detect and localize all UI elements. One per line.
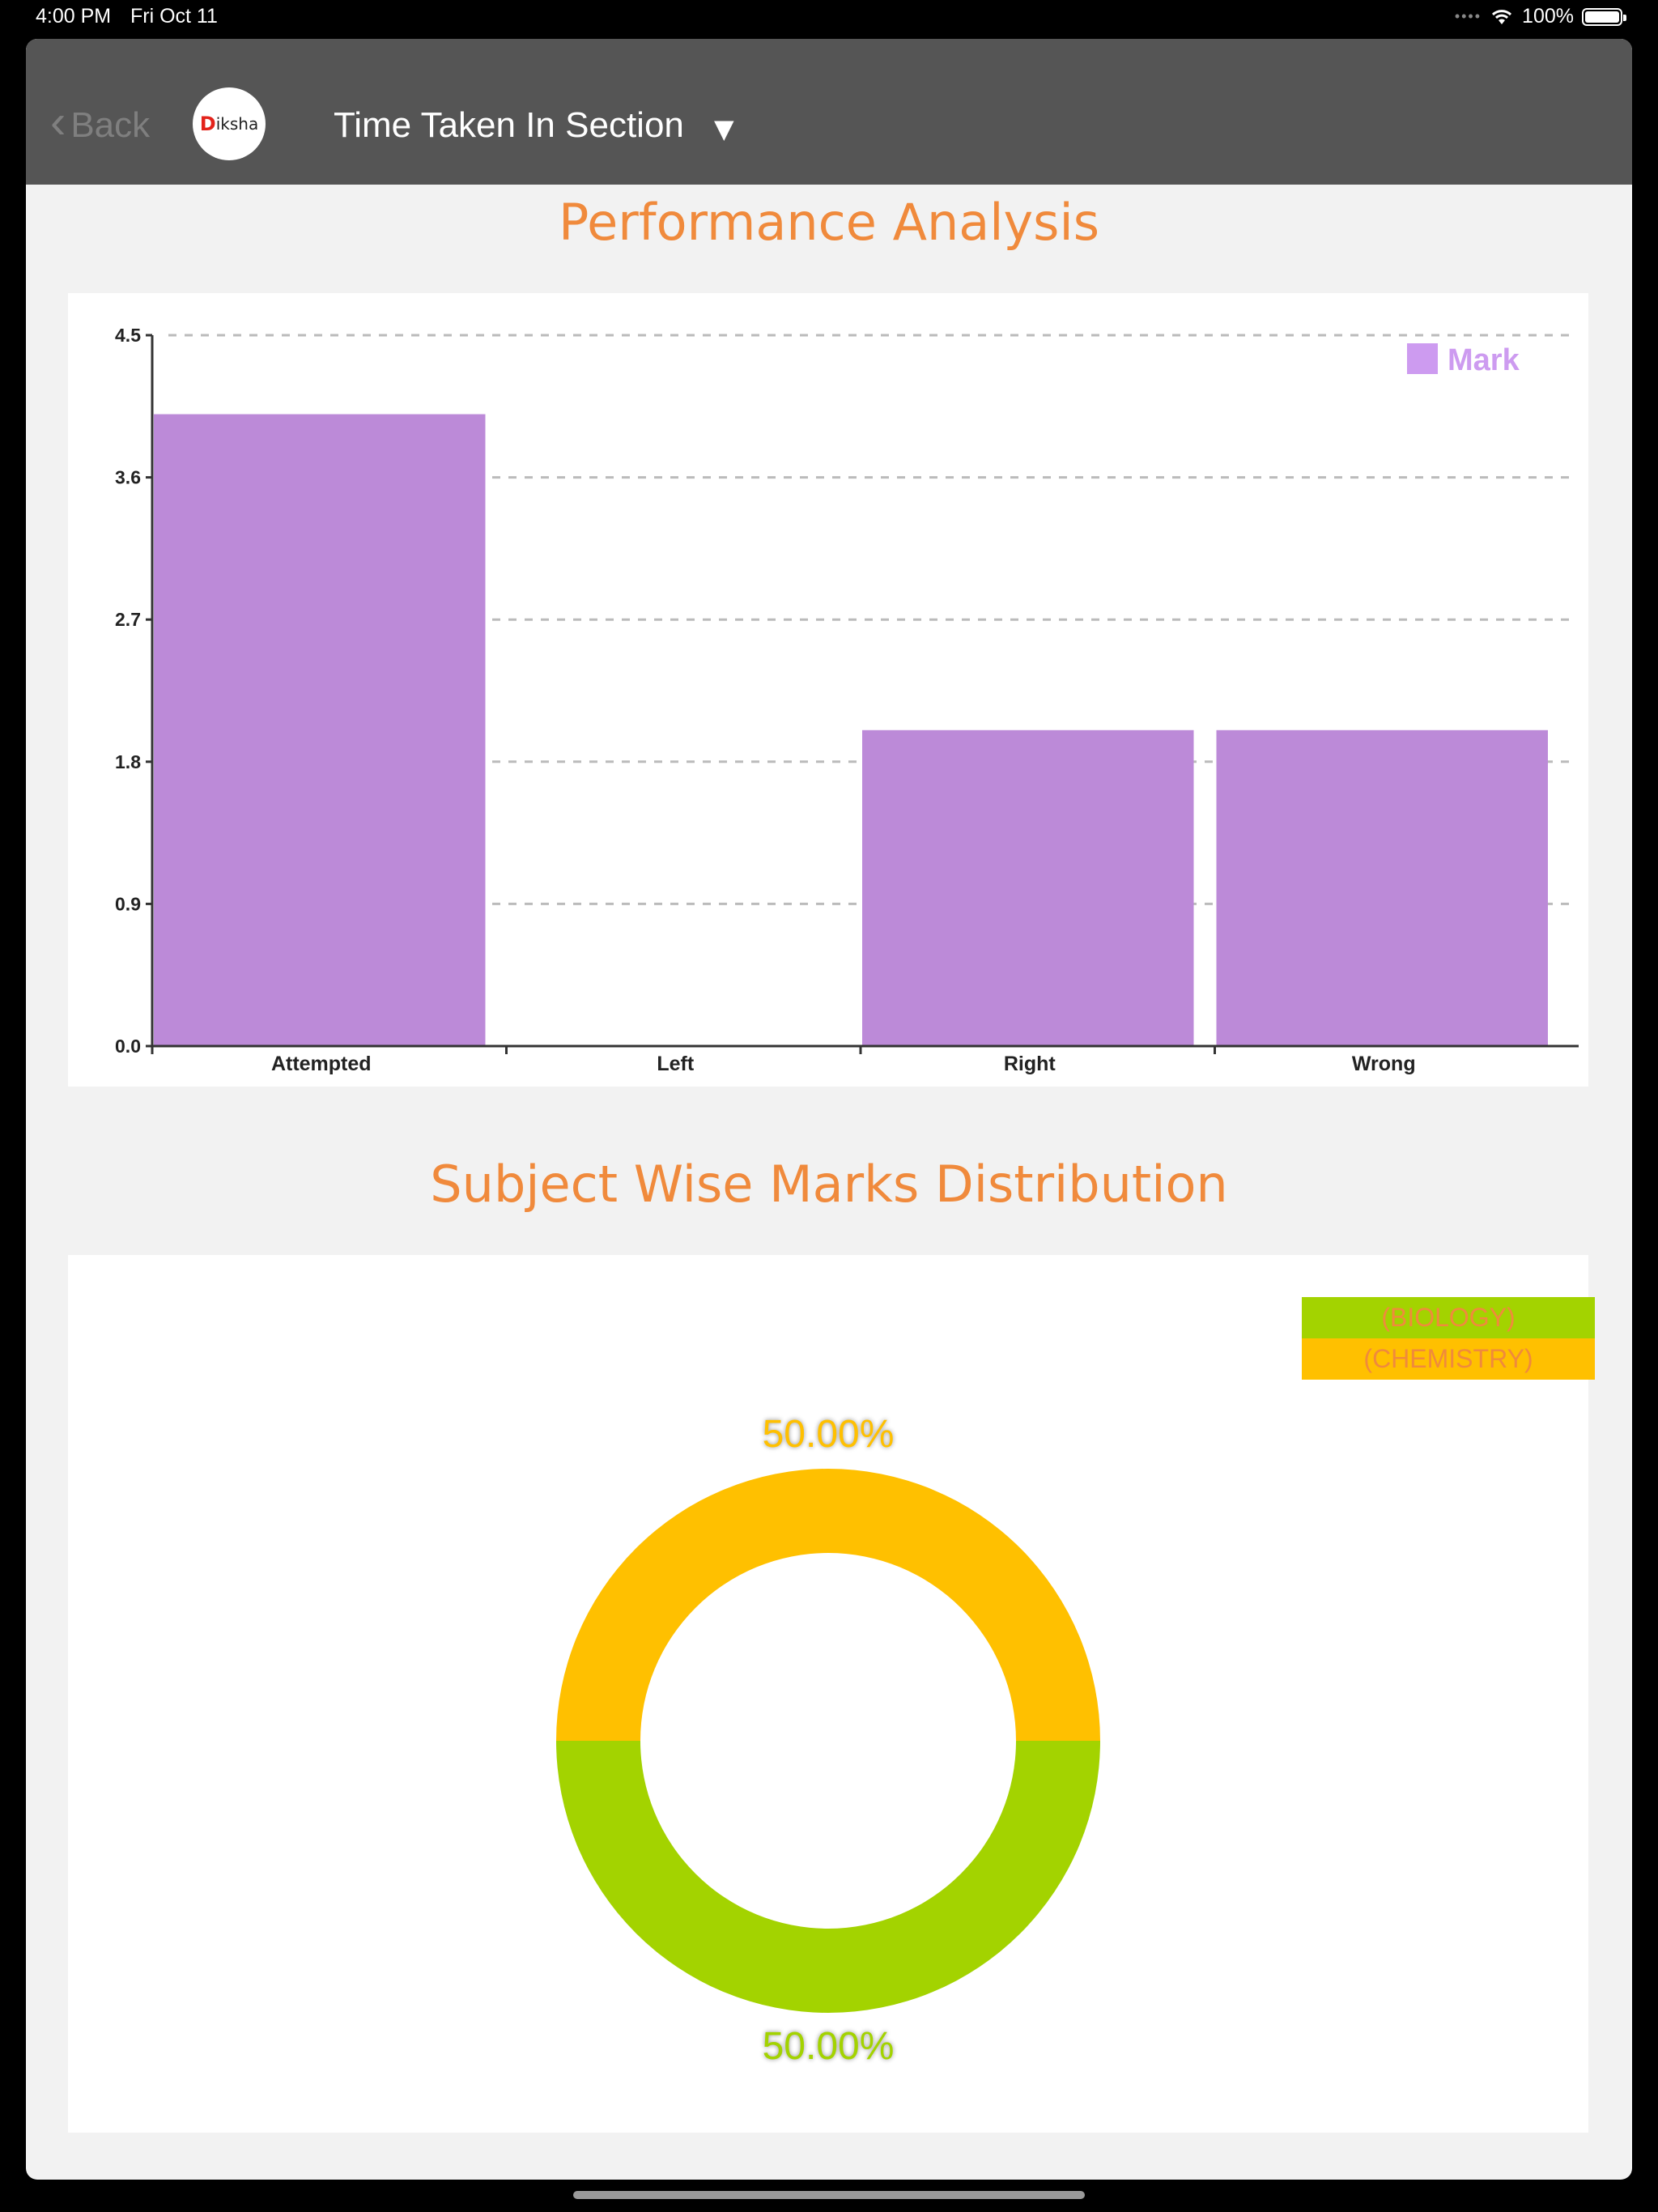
y-tick-label: 4.5 bbox=[115, 325, 141, 346]
section-selector[interactable]: Time Taken In Section bbox=[334, 105, 684, 146]
back-button[interactable]: ‹ Back bbox=[50, 96, 151, 148]
wifi-icon bbox=[1492, 9, 1512, 24]
performance-title: Performance Analysis bbox=[558, 193, 1100, 252]
x-tick-label: Right bbox=[1004, 1053, 1056, 1075]
bar bbox=[862, 730, 1194, 1046]
x-tick-label: Left bbox=[657, 1053, 695, 1075]
y-tick-label: 0.0 bbox=[115, 1036, 141, 1057]
subject-chart-card: (BIOLOGY) (CHEMISTRY) 50.00% 50.00% bbox=[68, 1255, 1595, 2133]
legend-label: Mark bbox=[1448, 343, 1520, 377]
chevron-down-icon[interactable]: ▼ bbox=[714, 113, 734, 144]
logo-text: iksha bbox=[215, 114, 259, 134]
performance-bar-chart: 0.0 0.9 1.8 2.7 3.6 4.5 Attempted Left Right Wron… bbox=[115, 325, 1579, 1075]
navigation-bar: ‹ Back Diksha Time Taken In Section ▼ bbox=[26, 39, 1632, 185]
status-indicators: •••• 100% bbox=[1454, 5, 1626, 28]
donut-slice[interactable] bbox=[556, 1741, 1100, 2013]
y-tick-label: 3.6 bbox=[115, 467, 141, 488]
slice-value-label: 50.00% bbox=[762, 2025, 895, 2068]
y-tick-label: 1.8 bbox=[115, 751, 141, 772]
performance-chart-card: 0.0 0.9 1.8 2.7 3.6 4.5 Attempted Left Right Wron… bbox=[68, 293, 1588, 1087]
status-date: Fri Oct 11 bbox=[130, 5, 218, 28]
battery-percentage: 100% bbox=[1522, 5, 1574, 28]
x-tick-label: Attempted bbox=[271, 1053, 372, 1075]
legend-item[interactable]: (BIOLOGY) bbox=[1302, 1297, 1595, 1338]
legend-swatch bbox=[1407, 343, 1438, 374]
back-label: Back bbox=[70, 105, 151, 145]
home-indicator[interactable] bbox=[573, 2191, 1085, 2199]
subject-distribution-title: Subject Wise Marks Distribution bbox=[430, 1155, 1228, 1214]
y-tick-label: 0.9 bbox=[115, 893, 141, 914]
app-window: ‹ Back Diksha Time Taken In Section ▼ Pe… bbox=[26, 39, 1632, 2180]
status-time: 4:00 PM bbox=[36, 5, 112, 28]
app-logo: Diksha bbox=[193, 87, 266, 160]
subject-donut-chart bbox=[556, 1469, 1100, 2013]
cellular-icon: •••• bbox=[1454, 8, 1482, 24]
battery-icon bbox=[1582, 7, 1626, 26]
donut-slice[interactable] bbox=[556, 1469, 1100, 1741]
x-tick-label: Wrong bbox=[1352, 1053, 1416, 1075]
status-bar: 4:00 PM Fri Oct 11 •••• 100% bbox=[0, 0, 1658, 39]
logo-letter: D bbox=[199, 113, 216, 135]
y-tick-label: 2.7 bbox=[115, 609, 141, 630]
slice-value-label: 50.00% bbox=[762, 1413, 895, 1456]
legend-item[interactable]: (CHEMISTRY) bbox=[1302, 1338, 1595, 1380]
chevron-left-icon: ‹ bbox=[50, 96, 66, 148]
bar bbox=[1216, 730, 1548, 1046]
bar bbox=[154, 414, 486, 1046]
